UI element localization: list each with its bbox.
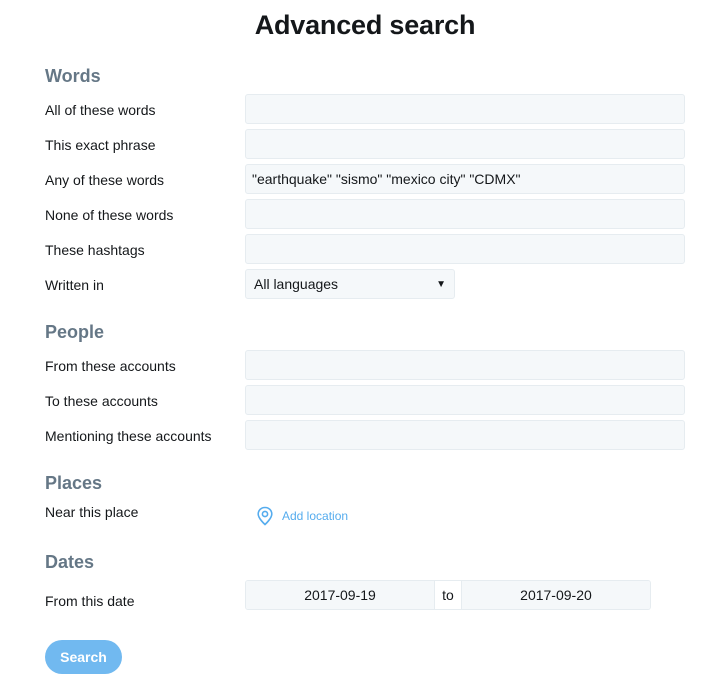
mentioning-accounts-label: Mentioning these accounts: [45, 428, 212, 444]
to-accounts-input[interactable]: [245, 385, 685, 415]
none-words-label: None of these words: [45, 207, 174, 223]
date-range-separator: to: [434, 581, 462, 609]
from-accounts-input[interactable]: [245, 350, 685, 380]
language-select[interactable]: All languages ▼: [245, 269, 455, 299]
mentioning-accounts-input[interactable]: [245, 420, 685, 450]
language-label: Written in: [45, 277, 104, 293]
to-accounts-label: To these accounts: [45, 393, 158, 409]
near-place-label: Near this place: [45, 504, 139, 520]
none-words-input[interactable]: [245, 199, 685, 229]
map-pin-icon: [257, 506, 273, 526]
all-words-label: All of these words: [45, 102, 156, 118]
words-section-heading: Words: [45, 66, 101, 86]
from-date-label: From this date: [45, 593, 135, 609]
hashtags-input[interactable]: [245, 234, 685, 264]
exact-phrase-label: This exact phrase: [45, 137, 156, 153]
any-words-label: Any of these words: [45, 172, 165, 188]
dates-section-heading: Dates: [45, 552, 95, 572]
search-button[interactable]: Search: [45, 640, 122, 674]
to-date-input[interactable]: [461, 581, 650, 609]
exact-phrase-input[interactable]: [245, 129, 685, 159]
page-title: Advanced search: [254, 10, 476, 40]
any-words-input[interactable]: [245, 164, 685, 194]
people-section-heading: People: [45, 322, 105, 342]
add-location-label: Add location: [282, 509, 349, 523]
from-date-input[interactable]: [246, 581, 435, 609]
all-words-input[interactable]: [245, 94, 685, 124]
add-location-link[interactable]: Add location: [256, 506, 348, 526]
from-accounts-label: From these accounts: [45, 358, 176, 374]
hashtags-label: These hashtags: [45, 242, 145, 258]
language-select-value: All languages: [254, 276, 339, 292]
date-range-group: to: [245, 580, 651, 610]
caret-down-icon: ▼: [436, 278, 446, 290]
places-section-heading: Places: [45, 473, 103, 493]
